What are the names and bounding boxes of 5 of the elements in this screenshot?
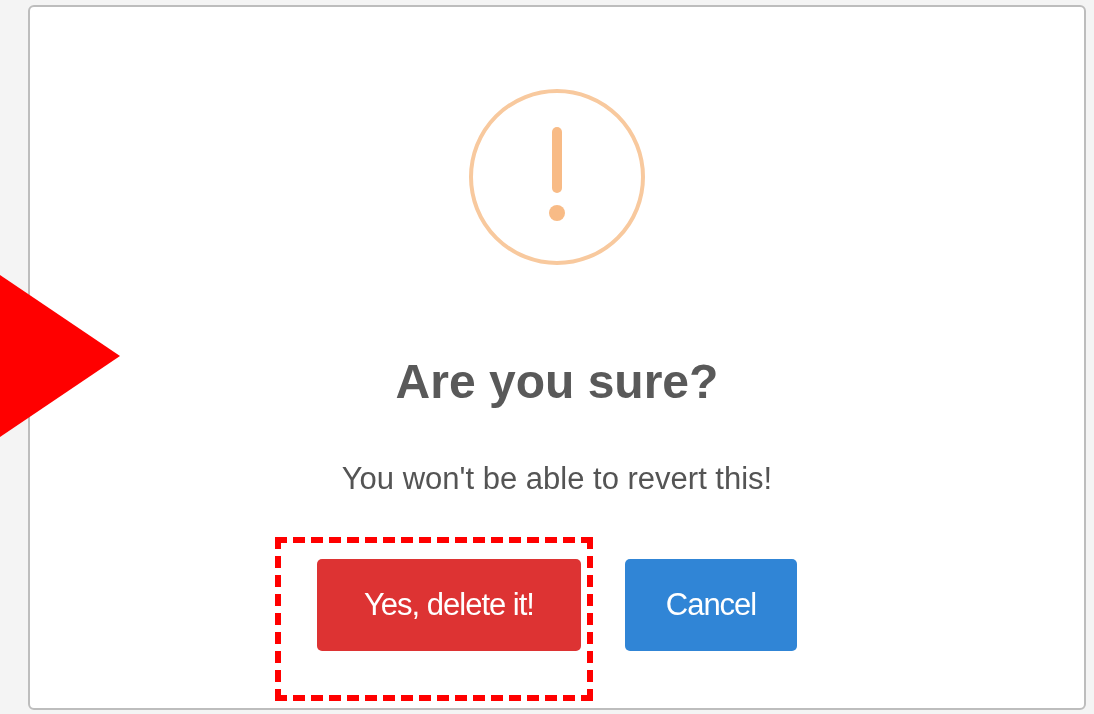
cancel-button[interactable]: Cancel: [625, 558, 797, 651]
dialog-title: Are you sure?: [395, 354, 719, 410]
delete-button[interactable]: Yes, delete it!: [317, 558, 581, 651]
dialog-message: You won't be able to revert this!: [341, 460, 773, 497]
warning-icon: [469, 89, 645, 265]
